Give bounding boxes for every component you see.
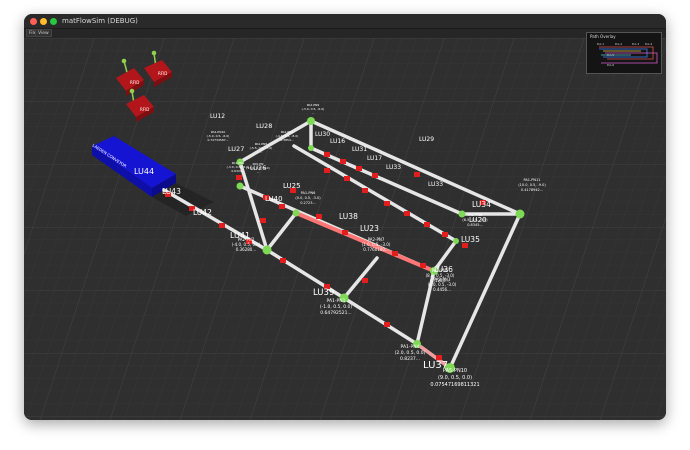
svg-text:0.4178942...: 0.4178942...	[521, 188, 543, 192]
svg-text:...: ...	[257, 170, 260, 174]
unit-label[interactable]: LU40	[265, 195, 283, 203]
unit-label[interactable]: LU34	[472, 200, 491, 209]
svg-text:PA5-PN10: PA5-PN10	[443, 368, 467, 374]
svg-text:...: ...	[312, 111, 315, 115]
maximize-button[interactable]	[50, 18, 57, 25]
svg-text:P.A.6: P.A.6	[607, 63, 614, 67]
unit-label[interactable]: LU28	[256, 122, 272, 130]
unit-label[interactable]: LU30	[315, 131, 330, 138]
close-button[interactable]	[30, 18, 37, 25]
rfid-label: RFID	[130, 80, 139, 85]
svg-text:(-1.0, 0.5, 0.0): (-1.0, 0.5, 0.0)	[320, 304, 353, 310]
svg-text:(0.0, 0.5, -3.0): (0.0, 0.5, -3.0)	[295, 196, 321, 200]
unit-label[interactable]: LU23	[360, 224, 379, 233]
svg-text:P.A.1: P.A.1	[597, 42, 604, 46]
rfid-label: RFID	[140, 107, 149, 112]
svg-text:PA1-PN4: PA1-PN4	[401, 344, 420, 350]
minimize-button[interactable]	[40, 18, 47, 25]
svg-text:P.A.5: P.A.5	[607, 53, 614, 57]
svg-text:(8.5, 0.5, -3.5): (8.5, 0.5, -3.5)	[462, 218, 488, 222]
unit-label[interactable]: LU25	[283, 182, 301, 190]
svg-text:0.8237...: 0.8237...	[400, 356, 420, 362]
unit-label[interactable]: LU33	[428, 181, 443, 188]
svg-text:P.A.4: P.A.4	[645, 42, 652, 46]
unit-label[interactable]: LU35	[461, 235, 480, 244]
svg-text:0.07547169811321: 0.07547169811321	[430, 382, 479, 388]
unit-label[interactable]: LU38	[339, 212, 358, 221]
svg-text:0.3854...: 0.3854...	[280, 138, 293, 142]
path-overlay-diagram: P.A.1 P.A.2 P.A.3 P.A.4 P.A.5 P.A.6	[597, 42, 658, 67]
unit-label[interactable]: LU17	[367, 155, 382, 162]
svg-text:0.72734587...: 0.72734587...	[208, 138, 229, 142]
svg-text:0.64792521...: 0.64792521...	[320, 310, 352, 316]
svg-text:0.2723...: 0.2723...	[300, 201, 316, 205]
unit-label[interactable]: LU31	[352, 146, 367, 153]
svg-text:PA1-PN6: PA1-PN6	[301, 191, 316, 195]
unit-label[interactable]: LU12	[210, 113, 225, 120]
3d-viewport[interactable]: RFID RFID RFID LAEDEN CONVEYOR LU12 LU28…	[24, 38, 666, 420]
svg-text:PA1-PN1: PA1-PN1	[327, 298, 346, 304]
svg-text:(10.0, 0.5, -9.0): (10.0, 0.5, -9.0)	[518, 183, 546, 187]
title-bar[interactable]: matFlowSim (DEBUG)	[24, 14, 666, 29]
rfid-label: RFID	[158, 71, 167, 76]
svg-text:PA2-PN8: PA2-PN8	[468, 213, 483, 217]
unit-label[interactable]: LU44	[134, 167, 154, 176]
svg-text:0.36280...: 0.36280...	[236, 247, 256, 252]
svg-text:(9.0, 0.5, 0.0): (9.0, 0.5, 0.0)	[438, 375, 472, 381]
path-overlay-panel[interactable]: Path Overlay P.A.1 P.A.2 P.A.3 P.A.4 P.A…	[586, 32, 662, 74]
app-window: matFlowSim (DEBUG) File View RFID RFID R…	[24, 14, 666, 420]
window-title: matFlowSim (DEBUG)	[62, 17, 138, 25]
menu-view[interactable]: View	[35, 29, 52, 37]
ground-grid	[24, 38, 666, 420]
unit-label[interactable]: LU33	[386, 164, 401, 171]
svg-text:0.6321...: 0.6321...	[231, 169, 244, 173]
svg-text:P.A.3: P.A.3	[632, 42, 639, 46]
svg-text:P.A.2: P.A.2	[615, 42, 622, 46]
svg-text:...: ...	[260, 150, 263, 154]
unit-label[interactable]: LU16	[330, 138, 345, 145]
unit-label[interactable]: LU29	[419, 136, 434, 143]
menu-bar: File View	[24, 29, 666, 38]
svg-text:PA1-PN11: PA1-PN11	[524, 178, 541, 182]
svg-text:0.4456...: 0.4456...	[433, 287, 451, 292]
unit-label[interactable]: LU42	[193, 208, 212, 217]
svg-text:(2.0, 0.5, 0.0): (2.0, 0.5, 0.0)	[395, 350, 426, 356]
unit-label[interactable]: LU27	[228, 145, 244, 153]
svg-text:0.7760100...: 0.7760100...	[363, 247, 388, 252]
unit-label[interactable]: LU43	[162, 187, 181, 196]
svg-text:0.8345...: 0.8345...	[467, 223, 483, 227]
unit-label[interactable]: LU39	[313, 288, 334, 298]
